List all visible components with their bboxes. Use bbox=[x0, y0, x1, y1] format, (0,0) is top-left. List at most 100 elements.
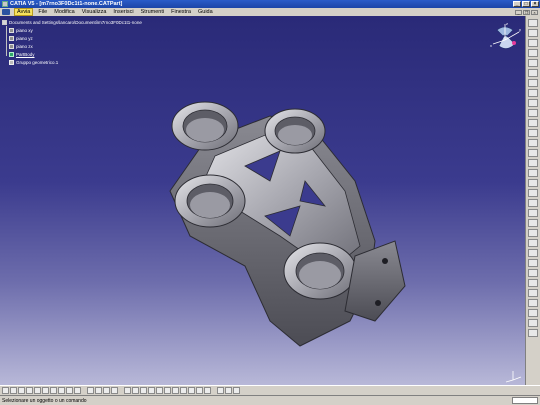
paste-icon[interactable] bbox=[50, 387, 57, 394]
symmetry-icon[interactable] bbox=[528, 199, 538, 207]
axis-system-icon[interactable] bbox=[95, 387, 102, 394]
translation-icon[interactable] bbox=[528, 179, 538, 187]
fly-mode-icon[interactable] bbox=[124, 387, 131, 394]
doc-minimize-icon[interactable]: _ bbox=[515, 9, 522, 15]
chamfer-icon[interactable] bbox=[528, 119, 538, 127]
swap-space-icon[interactable] bbox=[204, 387, 211, 394]
menu-visualizza[interactable]: Visualizza bbox=[80, 9, 109, 15]
document-window-controls: _ ❐ × bbox=[515, 9, 540, 15]
print-icon[interactable] bbox=[26, 387, 33, 394]
menu-inserisci[interactable]: Inserisci bbox=[111, 9, 135, 15]
hide-show-icon[interactable] bbox=[196, 387, 203, 394]
tree-root[interactable]: Documents and Settings\lancaro\Documenti… bbox=[2, 18, 142, 26]
normal-view-icon[interactable] bbox=[172, 387, 179, 394]
fit-all-icon[interactable] bbox=[132, 387, 139, 394]
tree-item-label: piano zx bbox=[16, 43, 33, 49]
menu-bar: Avvia File Modifica Visualizza Inserisci… bbox=[0, 8, 540, 16]
maximize-icon[interactable]: □ bbox=[522, 1, 530, 7]
minimize-icon[interactable]: _ bbox=[513, 1, 521, 7]
rotation-icon[interactable] bbox=[528, 189, 538, 197]
sketch-icon[interactable] bbox=[528, 29, 538, 37]
3d-viewport[interactable]: Documents and Settings\lancaro\Documenti… bbox=[0, 16, 525, 385]
close-icon[interactable]: × bbox=[531, 1, 539, 7]
plane-tool-icon[interactable] bbox=[528, 319, 538, 327]
part-document-icon bbox=[2, 19, 7, 25]
pattern-icon[interactable] bbox=[528, 219, 538, 227]
new-icon[interactable] bbox=[2, 387, 9, 394]
tree-root-label: Documents and Settings\lancaro\Documenti… bbox=[9, 19, 142, 25]
tree-item-piano-xy[interactable]: piano xy bbox=[2, 26, 142, 34]
add-icon[interactable] bbox=[528, 249, 538, 257]
thickness-icon[interactable] bbox=[528, 149, 538, 157]
menu-guida[interactable]: Guida bbox=[196, 9, 215, 15]
tree-item-piano-zx[interactable]: piano zx bbox=[2, 42, 142, 50]
catia-logo-icon[interactable] bbox=[2, 9, 10, 15]
remove-face-icon[interactable] bbox=[528, 169, 538, 177]
plane-icon bbox=[9, 27, 14, 33]
fillet-icon[interactable] bbox=[528, 109, 538, 117]
iso-view-icon[interactable] bbox=[180, 387, 187, 394]
pad-icon[interactable] bbox=[528, 39, 538, 47]
tree-item-gruppo-geometrico[interactable]: Gruppo geometrico.1 bbox=[2, 58, 142, 66]
remove-icon[interactable] bbox=[528, 259, 538, 267]
menu-modifica[interactable]: Modifica bbox=[52, 9, 76, 15]
analysis-icon[interactable] bbox=[528, 299, 538, 307]
tree-item-piano-yz[interactable]: piano yz bbox=[2, 34, 142, 42]
doc-close-icon[interactable]: × bbox=[531, 9, 538, 15]
catia-app-icon bbox=[2, 1, 8, 7]
axis-triad-icon bbox=[505, 371, 522, 383]
draft-icon[interactable] bbox=[528, 129, 538, 137]
svg-text:x: x bbox=[490, 43, 492, 48]
intersect-icon[interactable] bbox=[528, 269, 538, 277]
command-input[interactable] bbox=[512, 397, 538, 404]
thread-icon[interactable] bbox=[528, 159, 538, 167]
boolean-icon[interactable] bbox=[528, 239, 538, 247]
menu-avvia[interactable]: Avvia bbox=[14, 8, 34, 16]
plane-icon bbox=[9, 35, 14, 41]
doc-restore-icon[interactable]: ❐ bbox=[523, 9, 530, 15]
pan-icon[interactable] bbox=[140, 387, 147, 394]
help-icon[interactable] bbox=[74, 387, 81, 394]
menu-finestra[interactable]: Finestra bbox=[169, 9, 193, 15]
plane-icon bbox=[9, 43, 14, 49]
shell-icon[interactable] bbox=[528, 139, 538, 147]
3d-part-model[interactable] bbox=[150, 71, 420, 356]
update-icon[interactable] bbox=[87, 387, 94, 394]
constraint-icon[interactable] bbox=[528, 279, 538, 287]
instant-2d-icon[interactable] bbox=[103, 387, 110, 394]
window-titlebar: CATIA V5 - [m7rno3F0Dc1t1-none.CATPart] … bbox=[0, 0, 540, 8]
hole-icon[interactable] bbox=[528, 79, 538, 87]
apply-material-icon[interactable] bbox=[233, 387, 240, 394]
scaling-icon[interactable] bbox=[528, 229, 538, 237]
groove-icon[interactable] bbox=[528, 69, 538, 77]
reference-icon[interactable] bbox=[528, 309, 538, 317]
svg-text:z: z bbox=[506, 21, 508, 26]
open-icon[interactable] bbox=[10, 387, 17, 394]
tree-item-label: PartBody bbox=[16, 51, 35, 57]
save-icon[interactable] bbox=[18, 387, 25, 394]
rotate-icon[interactable] bbox=[148, 387, 155, 394]
measure-between-icon[interactable] bbox=[217, 387, 224, 394]
zoom-in-icon[interactable] bbox=[156, 387, 163, 394]
pocket-icon[interactable] bbox=[528, 49, 538, 57]
cut-icon[interactable] bbox=[34, 387, 41, 394]
copy-icon[interactable] bbox=[42, 387, 49, 394]
compass-icon[interactable]: y z x bbox=[485, 18, 525, 58]
slot-icon[interactable] bbox=[528, 99, 538, 107]
menu-file[interactable]: File bbox=[36, 9, 49, 15]
workbench-icon[interactable] bbox=[528, 19, 538, 27]
shading-icon[interactable] bbox=[188, 387, 195, 394]
shaft-icon[interactable] bbox=[528, 59, 538, 67]
rib-icon[interactable] bbox=[528, 89, 538, 97]
tree-item-partbody[interactable]: PartBody bbox=[2, 50, 142, 58]
measure-item-icon[interactable] bbox=[225, 387, 232, 394]
zoom-out-icon[interactable] bbox=[164, 387, 171, 394]
sketcher-icon[interactable] bbox=[111, 387, 118, 394]
mirror-icon[interactable] bbox=[528, 209, 538, 217]
undo-icon[interactable] bbox=[58, 387, 65, 394]
status-message: Selezionare un oggetto o un comando bbox=[2, 397, 87, 404]
measure-icon[interactable] bbox=[528, 289, 538, 297]
redo-icon[interactable] bbox=[66, 387, 73, 394]
menu-strumenti[interactable]: Strumenti bbox=[139, 9, 167, 15]
point-tool-icon[interactable] bbox=[528, 329, 538, 337]
